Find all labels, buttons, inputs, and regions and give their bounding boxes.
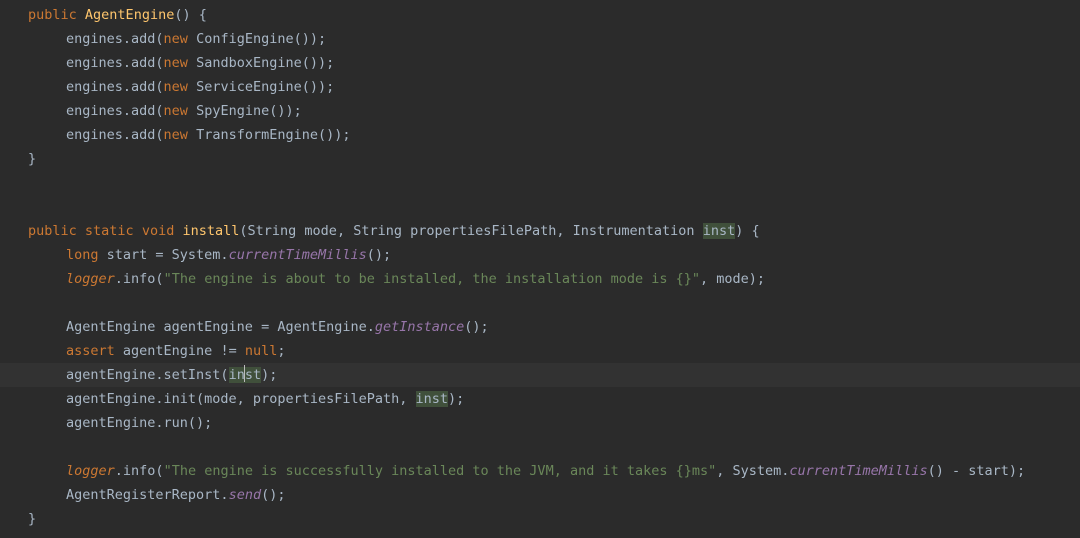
code-line: engines.add(new ServiceEngine()); — [0, 75, 1080, 99]
highlight-inst-part: in — [229, 367, 245, 383]
brace-open: () { — [174, 7, 207, 23]
highlight-inst-part: st — [245, 367, 261, 383]
params: (String mode, String propertiesFilePath,… — [239, 223, 702, 239]
code-line: public static void install(String mode, … — [0, 219, 1080, 243]
call: .info( — [115, 271, 164, 287]
keyword-null: null — [245, 343, 278, 359]
semi: (); — [367, 247, 391, 263]
code-line: engines.add(new SandboxEngine()); — [0, 51, 1080, 75]
logger-var: logger — [66, 463, 115, 479]
highlight-inst: inst — [703, 223, 736, 239]
code-editor[interactable]: public AgentEngine() { engines.add(new C… — [0, 3, 1080, 531]
call-tail: TransformEngine()); — [188, 127, 351, 143]
expr: agentEngine != — [115, 343, 245, 359]
semi: ); — [448, 391, 464, 407]
blank-line — [0, 291, 1080, 315]
code-line: public AgentEngine() { — [0, 3, 1080, 27]
keyword-void: void — [142, 223, 175, 239]
call: .info( — [115, 463, 164, 479]
keyword-static: static — [85, 223, 134, 239]
logger-var: logger — [66, 271, 115, 287]
code-line: } — [0, 147, 1080, 171]
code-line: engines.add(new TransformEngine()); — [0, 123, 1080, 147]
keyword-new: new — [164, 31, 188, 47]
call-tail: ConfigEngine()); — [188, 31, 326, 47]
expr: AgentRegisterReport. — [66, 487, 229, 503]
code-line: engines.add(new SpyEngine()); — [0, 99, 1080, 123]
semi: (); — [464, 319, 488, 335]
code-line: logger.info("The engine is about to be i… — [0, 267, 1080, 291]
brace-open: ) { — [735, 223, 759, 239]
args: , mode); — [700, 271, 765, 287]
expr: AgentEngine agentEngine = AgentEngine. — [66, 319, 375, 335]
static-call: currentTimeMillis — [229, 247, 367, 263]
blank-line — [0, 171, 1080, 195]
semi: () - start); — [928, 463, 1026, 479]
brace-close: } — [28, 151, 36, 167]
call-tail: SandboxEngine()); — [188, 55, 334, 71]
code-line: agentEngine.run(); — [0, 411, 1080, 435]
static-call: getInstance — [375, 319, 464, 335]
code-line: agentEngine.init(mode, propertiesFilePat… — [0, 387, 1080, 411]
brace-close: } — [28, 511, 36, 527]
expr: agentEngine.setInst( — [66, 367, 229, 383]
code-line-current: agentEngine.setInst(inst); — [0, 363, 1080, 387]
semi: (); — [261, 487, 285, 503]
semi: ; — [277, 343, 285, 359]
code-line: assert agentEngine != null; — [0, 339, 1080, 363]
keyword-new: new — [164, 79, 188, 95]
call: engines.add( — [66, 55, 164, 71]
call-tail: SpyEngine()); — [188, 103, 302, 119]
highlight-inst: inst — [416, 391, 449, 407]
keyword-new: new — [164, 103, 188, 119]
call: engines.add( — [66, 103, 164, 119]
expr: start = System. — [99, 247, 229, 263]
string-literal: "The engine is about to be installed, th… — [164, 271, 700, 287]
keyword-public: public — [28, 223, 77, 239]
keyword-assert: assert — [66, 343, 115, 359]
args: , System. — [716, 463, 789, 479]
string-literal: "The engine is successfully installed to… — [164, 463, 717, 479]
keyword-public: public — [28, 7, 77, 23]
call: engines.add( — [66, 127, 164, 143]
call: engines.add( — [66, 31, 164, 47]
blank-line — [0, 435, 1080, 459]
keyword-long: long — [66, 247, 99, 263]
code-line: } — [0, 507, 1080, 531]
ctor-name: AgentEngine — [85, 7, 174, 23]
code-line: logger.info("The engine is successfully … — [0, 459, 1080, 483]
semi: ); — [261, 367, 277, 383]
code-line: AgentRegisterReport.send(); — [0, 483, 1080, 507]
static-call: currentTimeMillis — [789, 463, 927, 479]
expr: agentEngine.run(); — [66, 415, 212, 431]
code-line: long start = System.currentTimeMillis(); — [0, 243, 1080, 267]
expr: agentEngine.init(mode, propertiesFilePat… — [66, 391, 416, 407]
code-line: engines.add(new ConfigEngine()); — [0, 27, 1080, 51]
method-name: install — [183, 223, 240, 239]
call-tail: ServiceEngine()); — [188, 79, 334, 95]
static-call: send — [229, 487, 262, 503]
keyword-new: new — [164, 127, 188, 143]
call: engines.add( — [66, 79, 164, 95]
blank-line — [0, 195, 1080, 219]
code-line: AgentEngine agentEngine = AgentEngine.ge… — [0, 315, 1080, 339]
keyword-new: new — [164, 55, 188, 71]
